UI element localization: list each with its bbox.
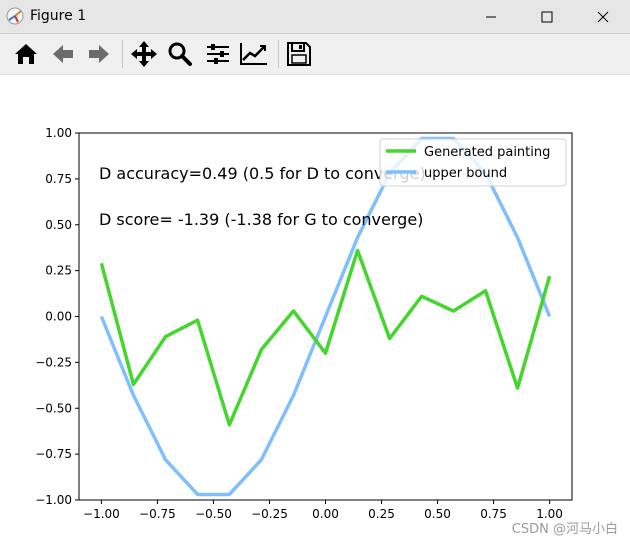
x-tick-label: −0.25	[251, 507, 288, 521]
navigation-toolbar	[0, 34, 630, 75]
x-tick-label: 0.00	[312, 507, 339, 521]
x-tick-label: 0.25	[368, 507, 395, 521]
forward-arrow-icon	[89, 45, 109, 63]
toolbar-separator	[278, 40, 279, 68]
back-arrow-icon	[53, 45, 73, 63]
annotation-d-accuracy: D accuracy=0.49 (0.5 for D to converge)	[99, 164, 426, 183]
legend-entry-label: Generated painting	[424, 145, 550, 160]
save-icon	[287, 42, 311, 66]
x-tick-label: 0.75	[480, 507, 507, 521]
y-tick-label: 0.00	[45, 310, 72, 324]
window-title: Figure 1	[30, 8, 87, 24]
y-tick-label: −0.25	[35, 355, 72, 369]
figure-canvas[interactable]: −1.00 −0.75 −0.50 −0.25 0.00 0.25 0.50 0.75 1.00…	[0, 75, 630, 547]
close-icon	[597, 11, 609, 22]
edit-axis-button[interactable]	[238, 38, 270, 70]
pan-icon	[131, 41, 157, 67]
app-icon	[6, 7, 24, 25]
zoom-icon	[168, 42, 192, 66]
forward-button[interactable]	[83, 38, 115, 70]
y-tick-label: −0.75	[35, 447, 72, 461]
minimize-button[interactable]	[468, 0, 514, 33]
edit-axis-icon	[240, 43, 267, 65]
plot-svg: −1.00 −0.75 −0.50 −0.25 0.00 0.25 0.50 0.75 1.00…	[35, 126, 573, 521]
zoom-button[interactable]	[164, 38, 196, 70]
y-tick-label: −1.00	[35, 493, 72, 507]
y-tick-label: 0.75	[45, 172, 72, 186]
home-icon	[15, 44, 37, 64]
maximize-icon	[541, 11, 553, 22]
save-button[interactable]	[283, 38, 315, 70]
pan-button[interactable]	[128, 38, 160, 70]
watermark-text: CSDN @河马小白	[511, 522, 618, 537]
minimize-icon	[486, 16, 496, 17]
x-tick-label: −0.75	[139, 507, 176, 521]
toolbar-separator	[122, 40, 123, 68]
annotation-d-score: D score= -1.39 (-1.38 for G to converge)	[99, 210, 423, 229]
y-tick-label: 0.50	[45, 218, 72, 232]
title-bar: Figure 1	[0, 0, 630, 34]
configure-subplots-button[interactable]	[202, 38, 234, 70]
x-tick-label: 0.50	[424, 507, 451, 521]
x-tick-label: −0.50	[195, 507, 232, 521]
legend-entry-label: upper bound	[424, 166, 507, 181]
close-button[interactable]	[580, 0, 626, 33]
home-button[interactable]	[10, 38, 42, 70]
y-tick-label: 0.25	[45, 264, 72, 278]
back-button[interactable]	[47, 38, 79, 70]
y-tick-label: 1.00	[45, 126, 72, 140]
subplots-config-icon	[207, 44, 229, 64]
x-tick-label: −1.00	[83, 507, 120, 521]
maximize-button[interactable]	[524, 0, 570, 33]
y-tick-label: −0.50	[35, 401, 72, 415]
